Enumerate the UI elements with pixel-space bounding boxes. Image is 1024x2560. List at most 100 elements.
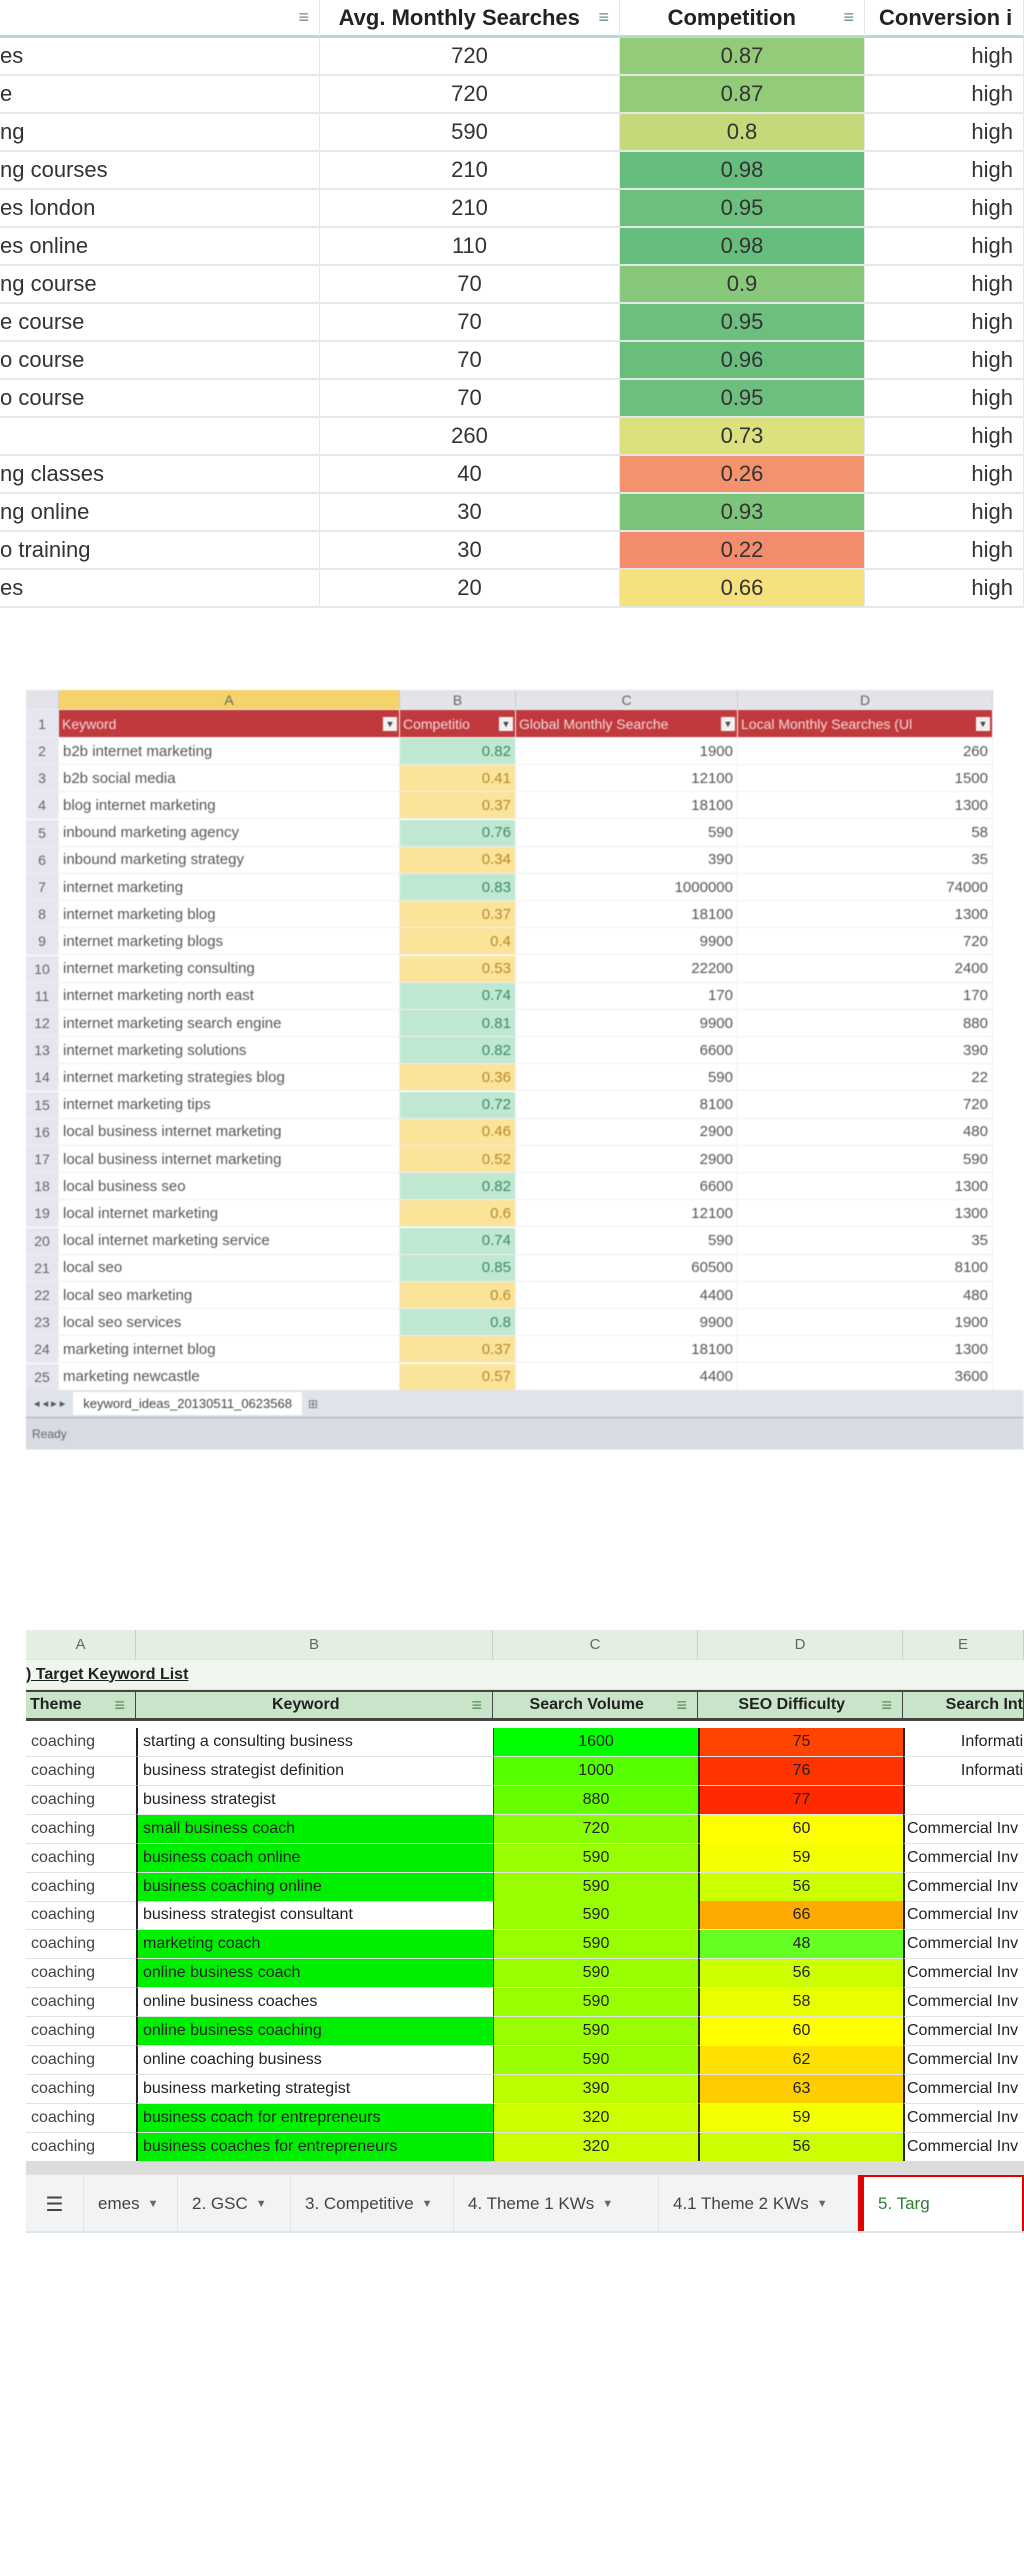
- row-number[interactable]: 25: [26, 1363, 59, 1391]
- filter-icon[interactable]: ≡: [598, 7, 609, 28]
- global-searches-cell: 2900: [516, 1146, 738, 1173]
- filter-icon[interactable]: ≡: [471, 1695, 482, 1716]
- column-letter[interactable]: A: [59, 690, 400, 710]
- column-header[interactable]: Search Int: [903, 1690, 1024, 1721]
- row-number[interactable]: 3: [26, 765, 59, 793]
- conversion-cell: high: [865, 494, 1024, 532]
- row-number[interactable]: 7: [26, 874, 59, 901]
- column-letter[interactable]: D: [738, 690, 993, 710]
- sheet-tab[interactable]: 4. Theme 1 KWs ▼: [454, 2175, 659, 2231]
- keyword-cell: internet marketing strategies blog: [59, 1064, 400, 1092]
- column-header[interactable]: Global Monthly Searche ▼: [516, 710, 738, 738]
- row-number[interactable]: 2: [26, 738, 59, 765]
- row-number[interactable]: 6: [26, 846, 59, 874]
- column-header[interactable]: Keyword ▼: [59, 710, 400, 738]
- row-number[interactable]: 18: [26, 1173, 59, 1201]
- searches-cell: 210: [320, 152, 620, 190]
- column-header[interactable]: Search Volume ≡: [493, 1690, 698, 1721]
- column-header[interactable]: Competitio ▼: [400, 710, 516, 738]
- column-letter[interactable]: E: [903, 1630, 1024, 1660]
- row-number[interactable]: 9: [26, 928, 59, 956]
- sheet-tab[interactable]: 3. Competitive ▼: [291, 2175, 454, 2231]
- new-sheet-icon[interactable]: ⊞: [302, 1397, 318, 1411]
- column-letter[interactable]: C: [493, 1630, 698, 1660]
- global-searches-cell: 9900: [516, 928, 738, 956]
- row-number[interactable]: 11: [26, 982, 59, 1010]
- local-searches-cell: 720: [738, 1091, 993, 1119]
- search-intent-cell: Commercial Inv: [903, 1872, 1024, 1902]
- filter-dropdown-icon[interactable]: ▼: [383, 716, 397, 731]
- sheet-tab-label: 2. GSC: [192, 2194, 248, 2213]
- column-header[interactable]: Theme ≡: [26, 1690, 136, 1721]
- sheet-nav-arrows[interactable]: ◂ ◂ ▸ ▸: [26, 1397, 73, 1410]
- seo-difficulty-cell: 56: [698, 1872, 903, 1902]
- row-number[interactable]: 5: [26, 819, 59, 847]
- column-header[interactable]: Avg. Monthly Searches ≡: [320, 0, 620, 38]
- filter-icon[interactable]: ≡: [298, 7, 309, 28]
- row-number[interactable]: 20: [26, 1227, 59, 1255]
- all-sheets-menu-icon[interactable]: ☰: [26, 2175, 84, 2231]
- chevron-down-icon[interactable]: ▼: [817, 2198, 828, 2210]
- filter-icon[interactable]: ≡: [843, 7, 854, 28]
- sheet-tab[interactable]: emes ▼: [84, 2175, 178, 2231]
- column-letter[interactable]: C: [516, 690, 738, 710]
- column-letter[interactable]: B: [400, 690, 516, 710]
- row-number[interactable]: 12: [26, 1010, 59, 1037]
- search-volume-cell: 590: [493, 1930, 698, 1960]
- row-number[interactable]: 15: [26, 1091, 59, 1119]
- sheet-tab-label: 3. Competitive: [305, 2194, 414, 2213]
- row-number[interactable]: 4: [26, 792, 59, 820]
- chevron-down-icon[interactable]: ▼: [422, 2198, 433, 2210]
- filter-dropdown-icon[interactable]: ▼: [499, 716, 513, 731]
- row-number[interactable]: 16: [26, 1118, 59, 1146]
- row-number[interactable]: 10: [26, 955, 59, 983]
- row-number[interactable]: 19: [26, 1200, 59, 1228]
- filter-icon[interactable]: ≡: [114, 1695, 125, 1716]
- column-header[interactable]: Conversion i: [865, 0, 1024, 38]
- keyword-cell: marketing coach: [136, 1930, 493, 1960]
- search-intent-cell: Commercial Inv: [903, 1959, 1024, 1989]
- keyword-cell: business coach online: [136, 1843, 493, 1873]
- sheet-tab[interactable]: 4.1 Theme 2 KWs ▼: [659, 2175, 858, 2231]
- competition-cell: 0.95: [620, 304, 865, 342]
- keyword-cell: es: [0, 570, 320, 608]
- filter-dropdown-icon[interactable]: ▼: [721, 716, 735, 731]
- theme-cell: coaching: [26, 1844, 136, 1873]
- searches-cell: 70: [320, 304, 620, 342]
- scrollbar-strip[interactable]: [26, 2161, 1024, 2175]
- column-header[interactable]: Keyword ≡: [136, 1690, 493, 1721]
- column-letter[interactable]: A: [26, 1630, 136, 1660]
- row-number[interactable]: 13: [26, 1037, 59, 1065]
- row-number[interactable]: 24: [26, 1336, 59, 1364]
- sheet-tab[interactable]: 2. GSC ▼: [178, 2175, 291, 2231]
- competition-cell: 0.72: [400, 1091, 516, 1119]
- row-number[interactable]: 22: [26, 1282, 59, 1309]
- seo-difficulty-cell: 56: [698, 1959, 903, 1989]
- row-number[interactable]: 21: [26, 1254, 59, 1282]
- filter-icon[interactable]: ≡: [881, 1695, 892, 1716]
- filter-dropdown-icon[interactable]: ▼: [976, 716, 990, 731]
- chevron-down-icon[interactable]: ▼: [148, 2198, 159, 2210]
- column-header[interactable]: Local Monthly Searches (Ul ▼: [738, 710, 993, 738]
- row-number[interactable]: 14: [26, 1064, 59, 1092]
- keyword-cell: o training: [0, 532, 320, 570]
- row-number[interactable]: 1: [26, 710, 59, 738]
- theme-cell: coaching: [26, 2075, 136, 2104]
- chevron-down-icon[interactable]: ▼: [256, 2198, 267, 2210]
- column-header[interactable]: Competition ≡: [620, 0, 865, 38]
- column-header[interactable]: ≡: [0, 0, 320, 38]
- filter-icon[interactable]: ≡: [676, 1695, 687, 1716]
- column-letter[interactable]: D: [698, 1630, 903, 1660]
- local-searches-cell: 3600: [738, 1363, 993, 1391]
- sheet-tab-active[interactable]: keyword_ideas_20130511_0623568: [73, 1392, 302, 1415]
- chevron-down-icon[interactable]: ▼: [602, 2198, 613, 2210]
- column-letter[interactable]: B: [136, 1630, 493, 1660]
- global-searches-cell: 590: [516, 1064, 738, 1092]
- sheet-tab-active[interactable]: 5. Targ: [858, 2175, 1024, 2231]
- row-number[interactable]: 8: [26, 901, 59, 929]
- local-searches-cell: 22: [738, 1064, 993, 1092]
- row-number[interactable]: 17: [26, 1146, 59, 1173]
- row-number[interactable]: 23: [26, 1309, 59, 1337]
- select-all-corner[interactable]: [26, 690, 59, 710]
- column-header[interactable]: SEO Difficulty ≡: [698, 1690, 903, 1721]
